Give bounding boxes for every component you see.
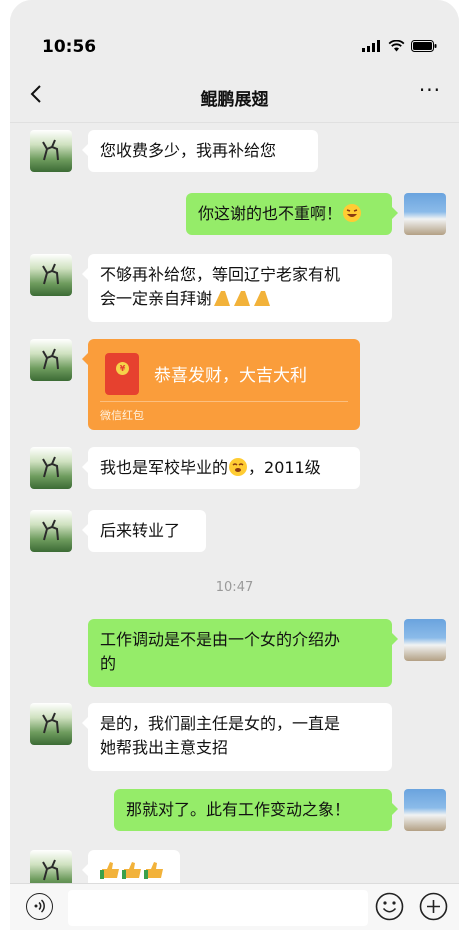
message-text: 您收费多少，我再补给您 [100,141,277,160]
red-packet-message[interactable]: ¥ 恭喜发财，大吉大利 微信红包 [82,339,360,430]
red-packet-greeting: 恭喜发财，大吉大利 [154,366,307,386]
message-text-line: 工作调动是不是由一个女的介绍办 [100,630,341,649]
message-bubble[interactable]: 那就对了。此有工作变动之象！ [114,789,398,831]
contact-avatar[interactable] [30,447,72,489]
message-input[interactable] [68,890,368,926]
message-bubble[interactable]: 是的，我们副主任是女的，一直是 她帮我出主意支招 [82,703,392,771]
folded-hands-emoji [212,288,272,315]
user-avatar[interactable] [404,619,446,661]
battery-icon [411,40,437,52]
message-text: 我也是军校毕业的 [100,458,229,477]
message-text: 那就对了。此有工作变动之象！ [126,800,351,819]
message-text-line: 的 [100,654,117,673]
message-text-line: 是的，我们副主任是女的，一直是 [100,714,341,733]
message-timestamp: 10:47 [215,580,254,595]
message-text: ，2011级 [248,458,321,477]
input-bar [10,883,459,930]
message-bubble[interactable]: 不够再补给您，等回辽宁老家有机 会一定亲自拜谢 [82,254,392,322]
contact-avatar[interactable] [30,339,72,381]
message-text: 后来转业了 [100,521,181,540]
message-text-line: 她帮我出主意支招 [100,738,229,757]
chat-area[interactable]: 您收费多少，我再补给您 你这谢的也不重啊！ 不够再补给您，等回辽宁老家有机 会一… [10,123,459,892]
status-bar: 10:56 [10,0,459,57]
phone-screen: 10:56 鲲鹏展翅 ··· 您收费多少，我再补给您 你这谢的也不重啊！ 不够再… [10,0,459,930]
message-bubble[interactable]: 后来转业了 [82,510,206,552]
message-bubble[interactable]: 工作调动是不是由一个女的介绍办 的 [88,619,398,687]
plus-icon[interactable] [419,892,448,921]
more-button[interactable]: ··· [419,78,441,102]
message-bubble[interactable]: 我也是军校毕业的 ，2011级 [82,447,360,489]
voice-icon [34,899,45,913]
message-text-line: 不够再补给您，等回辽宁老家有机 [100,265,341,284]
message-bubble[interactable]: 你这谢的也不重啊！ [186,193,398,235]
nav-bar: 鲲鹏展翅 ··· [10,70,459,123]
smiley-icon[interactable] [375,892,404,921]
message-text-line: 会一定亲自拜谢 [100,289,213,308]
red-packet-label: 微信红包 [100,409,144,422]
laughing-face-emoji [342,203,362,230]
contact-avatar[interactable] [30,130,72,172]
wifi-icon [388,40,405,52]
contact-avatar[interactable] [30,254,72,296]
chat-title: 鲲鹏展翅 [200,90,269,110]
user-avatar[interactable] [404,193,446,235]
contact-avatar[interactable] [30,510,72,552]
voice-button[interactable] [26,893,53,920]
status-icons [362,40,437,52]
user-avatar[interactable] [404,789,446,831]
yawning-face-emoji [228,457,248,484]
red-packet-divider [100,401,348,402]
status-time: 10:56 [42,37,97,57]
signal-icon [362,40,380,52]
message-text: 你这谢的也不重啊！ [198,204,343,223]
contact-avatar[interactable] [30,703,72,745]
red-envelope-icon: ¥ [105,353,139,395]
message-bubble[interactable]: 您收费多少，我再补给您 [82,130,318,172]
